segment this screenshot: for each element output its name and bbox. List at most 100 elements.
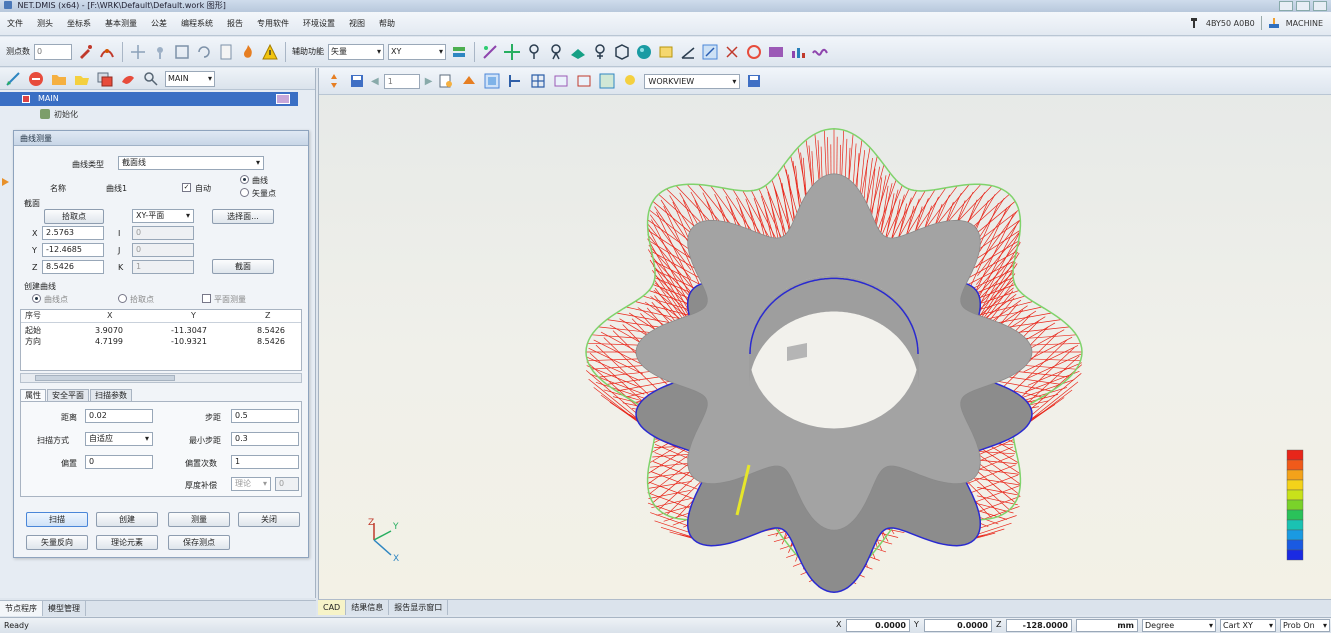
theory-element-button[interactable]: 理论元素 <box>96 535 158 550</box>
wave-icon[interactable] <box>811 43 829 61</box>
probe-tip-icon[interactable] <box>76 43 94 61</box>
curve-point-radio[interactable] <box>32 294 41 303</box>
x-field[interactable]: 2.5763 <box>42 226 104 240</box>
layers-icon[interactable] <box>450 43 468 61</box>
machine-icon[interactable] <box>1268 17 1280 29</box>
tree-node-init[interactable]: 初始化 <box>40 108 78 122</box>
tab-cad[interactable]: CAD <box>318 600 347 615</box>
tree-node-main[interactable]: MAIN <box>0 92 298 106</box>
menu-measure[interactable]: 基本测量 <box>98 18 144 29</box>
probe-icon[interactable] <box>1188 17 1200 29</box>
menu-view[interactable]: 视图 <box>342 18 372 29</box>
y-field[interactable]: -12.4685 <box>42 243 104 257</box>
maximize-button[interactable] <box>1296 1 1310 11</box>
paint-icon[interactable] <box>119 70 137 88</box>
loop-icon[interactable] <box>745 43 763 61</box>
measure-button[interactable]: 测量 <box>168 512 230 527</box>
i-field[interactable]: 0 <box>132 226 194 240</box>
probe-on-combo[interactable]: Prob On <box>1280 619 1330 632</box>
coord-system-combo[interactable]: Cart XY <box>1220 619 1276 632</box>
folder-icon[interactable] <box>50 70 68 88</box>
thickness-field[interactable]: 0 <box>275 477 299 491</box>
z-field[interactable]: 8.5426 <box>42 260 104 274</box>
spacing-field[interactable]: 0.02 <box>85 409 153 423</box>
menu-file[interactable]: 文件 <box>0 18 30 29</box>
stop-icon[interactable] <box>27 70 45 88</box>
menu-settings[interactable]: 环境设置 <box>296 18 342 29</box>
split-icon[interactable] <box>723 43 741 61</box>
curve-radio[interactable] <box>240 175 249 184</box>
probe-combo[interactable]: 4BY50 A0B0 <box>1206 19 1255 28</box>
light-icon[interactable] <box>621 72 639 90</box>
scan-icon[interactable] <box>701 43 719 61</box>
scan-button[interactable]: 扫描 <box>26 512 88 527</box>
warning-icon[interactable] <box>261 43 279 61</box>
max-step-field[interactable]: 1 <box>231 455 299 469</box>
angle-unit-combo[interactable]: Degree <box>1142 619 1216 632</box>
menu-coordinate[interactable]: 坐标系 <box>60 18 98 29</box>
plane-select-combo[interactable]: XY-平面 <box>132 209 194 223</box>
menu-tolerance[interactable]: 公差 <box>144 18 174 29</box>
create-button[interactable]: 创建 <box>96 512 158 527</box>
menu-report[interactable]: 报告 <box>220 18 250 29</box>
table-row[interactable]: 起始 <box>25 326 41 336</box>
table-scrollbar[interactable] <box>20 373 302 383</box>
table-row[interactable]: 方向 <box>25 337 41 347</box>
menu-special[interactable]: 专用软件 <box>250 18 296 29</box>
report-view-icon[interactable] <box>552 72 570 90</box>
probe-head-3-icon[interactable] <box>591 43 609 61</box>
search-icon[interactable] <box>142 70 160 88</box>
tab-model-manager[interactable]: 模型管理 <box>43 601 86 616</box>
k-field[interactable]: 1 <box>132 260 194 274</box>
machine-label[interactable]: MACHINE <box>1286 19 1323 28</box>
probe-count-field[interactable]: 0 <box>34 43 72 60</box>
fire-icon[interactable] <box>239 43 257 61</box>
offset-field[interactable]: 0 <box>85 455 153 469</box>
plane-icon[interactable] <box>569 43 587 61</box>
auto-checkbox[interactable]: ✓ <box>182 183 191 192</box>
panel-icon[interactable] <box>767 43 785 61</box>
tab-results[interactable]: 结果信息 <box>346 600 390 615</box>
sphere-icon[interactable] <box>635 43 653 61</box>
menu-programming[interactable]: 编程系统 <box>174 18 220 29</box>
minimize-button[interactable] <box>1279 1 1293 11</box>
pan-icon[interactable] <box>325 72 343 90</box>
section-button[interactable]: 截面 <box>212 259 274 274</box>
j-field[interactable]: 0 <box>132 243 194 257</box>
joystick-icon[interactable] <box>151 43 169 61</box>
prev-page-icon[interactable]: ◀ <box>371 76 379 87</box>
close-window-button[interactable] <box>1313 1 1327 11</box>
calibrate-icon[interactable] <box>98 43 116 61</box>
pick-point-radio[interactable] <box>118 294 127 303</box>
plane-measure-checkbox[interactable] <box>202 294 211 303</box>
save-view-icon[interactable] <box>348 72 366 90</box>
save-workview-icon[interactable] <box>745 72 763 90</box>
cad-viewport[interactable]: ◀ 1 ▶ WORKVIEW Z Y X <box>318 68 1331 599</box>
chart-icon[interactable] <box>789 43 807 61</box>
open-icon[interactable] <box>73 70 91 88</box>
report-view-2-icon[interactable] <box>575 72 593 90</box>
tab-report-window[interactable]: 报告显示窗口 <box>389 600 449 615</box>
cad-scene[interactable]: Z Y X <box>319 95 1331 599</box>
vector-reverse-button[interactable]: 矢量反向 <box>26 535 88 550</box>
min-step-field[interactable]: 0.3 <box>231 432 299 446</box>
thickness-combo[interactable]: 理论 <box>231 477 271 491</box>
probe-head-icon[interactable] <box>525 43 543 61</box>
scan-mode-combo[interactable]: 自适应 <box>85 432 153 446</box>
save-points-button[interactable]: 保存测点 <box>168 535 230 550</box>
scrollbar-thumb[interactable] <box>35 375 175 381</box>
run-icon[interactable] <box>4 70 22 88</box>
step-field[interactable]: 0.5 <box>231 409 299 423</box>
work-plane-combo[interactable]: XY <box>388 43 446 60</box>
pick-point-button[interactable]: 拾取点 <box>44 209 104 224</box>
view-front-icon[interactable] <box>483 72 501 90</box>
measure-point-icon[interactable] <box>481 43 499 61</box>
aux-function-combo[interactable]: 矢量 <box>328 43 384 60</box>
name-field[interactable]: 曲线1 <box>106 183 127 194</box>
grid-icon[interactable] <box>529 72 547 90</box>
close-button[interactable]: 关闭 <box>238 512 300 527</box>
select-plane-button[interactable]: 选择面... <box>212 209 274 224</box>
collapse-icon[interactable] <box>22 95 30 103</box>
zoom-window-icon[interactable] <box>460 72 478 90</box>
vector-point-radio[interactable] <box>240 188 249 197</box>
